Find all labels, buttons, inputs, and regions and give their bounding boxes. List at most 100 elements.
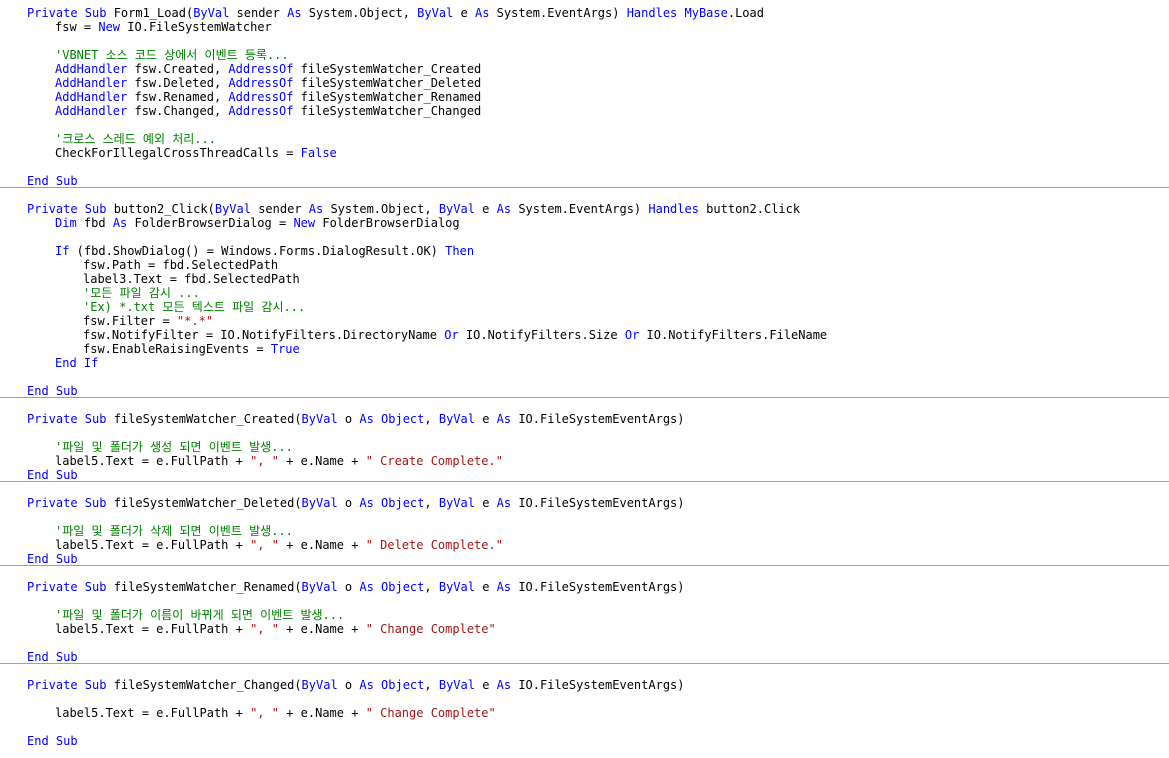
code-line[interactable]: '파일 및 폴더가 이름이 바뀌게 되면 이벤트 발생...: [55, 608, 344, 622]
code-keyword: Dim: [55, 216, 77, 230]
code-line[interactable]: label5.Text = e.FullPath + ", " + e.Name…: [55, 538, 503, 552]
code-text: sender: [250, 202, 309, 216]
code-line[interactable]: Dim fbd As FolderBrowserDialog = New Fol…: [55, 216, 460, 230]
code-keyword: ByVal: [438, 580, 475, 594]
code-line[interactable]: Private Sub fileSystemWatcher_Changed(By…: [27, 678, 685, 692]
code-keyword: New: [293, 216, 316, 230]
code-keyword: Private Sub: [27, 496, 114, 510]
code-text: o: [337, 412, 360, 426]
code-line[interactable]: label5.Text = e.FullPath + ", " + e.Name…: [55, 706, 496, 720]
code-keyword: As: [496, 496, 512, 510]
code-text: + e.Name +: [278, 706, 366, 720]
code-line[interactable]: '크로스 스레드 예외 처리...: [55, 132, 216, 146]
code-line[interactable]: fsw.Filter = "*.*": [83, 314, 213, 328]
code-line[interactable]: End Sub: [27, 384, 78, 398]
code-line[interactable]: Private Sub fileSystemWatcher_Created(By…: [27, 412, 685, 426]
code-line[interactable]: label3.Text = fbd.SelectedPath: [83, 272, 300, 286]
code-text: + e.Name +: [278, 622, 366, 636]
code-keyword: AddHandler: [55, 62, 128, 76]
code-line[interactable]: '모든 파일 감시 ...: [83, 286, 200, 300]
code-line[interactable]: label5.Text = e.FullPath + ", " + e.Name…: [55, 622, 496, 636]
code-line[interactable]: End Sub: [27, 468, 78, 482]
code-comment: '모든 파일 감시 ...: [83, 286, 200, 300]
code-line[interactable]: CheckForIllegalCrossThreadCalls = False: [55, 146, 337, 160]
code-line[interactable]: '파일 및 폴더가 삭제 되면 이벤트 발생...: [55, 524, 293, 538]
code-keyword: As Object: [359, 412, 425, 426]
code-text: System.EventArgs): [489, 6, 627, 20]
code-keyword: Private Sub: [27, 202, 114, 216]
code-keyword: End Sub: [27, 468, 78, 482]
code-keyword: As: [496, 678, 512, 692]
code-text: fileSystemWatcher_Changed(: [113, 678, 302, 692]
code-line[interactable]: AddHandler fsw.Changed, AddressOf fileSy…: [55, 104, 481, 118]
code-line[interactable]: AddHandler fsw.Created, AddressOf fileSy…: [55, 62, 481, 76]
code-line[interactable]: End Sub: [27, 552, 78, 566]
code-text: System.EventArgs): [511, 202, 649, 216]
code-keyword: AddressOf: [228, 90, 294, 104]
code-text: (fbd.ShowDialog() = Windows.Forms.Dialog…: [69, 244, 446, 258]
code-keyword: End If: [55, 356, 99, 370]
code-line[interactable]: fsw.NotifyFilter = IO.NotifyFilters.Dire…: [83, 328, 827, 342]
code-keyword: AddHandler: [55, 90, 128, 104]
code-keyword: End Sub: [27, 174, 78, 188]
code-line[interactable]: Private Sub Form1_Load(ByVal sender As S…: [27, 6, 764, 20]
code-text: Form1_Load(: [113, 6, 194, 20]
code-text: IO.NotifyFilters.FileName: [639, 328, 828, 342]
code-line[interactable]: End Sub: [27, 174, 78, 188]
code-editor[interactable]: Private Sub Form1_Load( ByVal sender As S…: [0, 0, 1169, 758]
code-line[interactable]: AddHandler fsw.Renamed, AddressOf fileSy…: [55, 90, 481, 104]
code-text: o: [337, 580, 360, 594]
code-line[interactable]: 'Ex) *.txt 모든 텍스트 파일 감시...: [83, 300, 305, 314]
code-line[interactable]: 'VBNET 소스 코드 상에서 이벤트 등록...: [55, 48, 289, 62]
code-line[interactable]: End Sub: [27, 734, 78, 748]
code-keyword: End Sub: [27, 650, 78, 664]
code-text: IO.FileSystemEventArgs): [511, 678, 685, 692]
code-keyword: As: [474, 6, 490, 20]
code-keyword: As Object: [359, 678, 425, 692]
code-text: System.Object,: [301, 6, 418, 20]
code-string: " Delete Complete.": [365, 538, 503, 552]
code-keyword: True: [270, 342, 300, 356]
code-text: fbd: [76, 216, 113, 230]
code-comment: '파일 및 폴더가 이름이 바뀌게 되면 이벤트 발생...: [55, 608, 345, 622]
code-keyword: If: [55, 244, 70, 258]
code-text: IO.FileSystemEventArgs): [511, 496, 685, 510]
code-line[interactable]: If (fbd.ShowDialog() = Windows.Forms.Dia…: [55, 244, 474, 258]
code-text: fsw.Deleted,: [127, 76, 229, 90]
code-text: fsw.Renamed,: [127, 90, 229, 104]
code-text: button2.Click: [698, 202, 801, 216]
code-line[interactable]: '파일 및 폴더가 생성 되면 이벤트 발생...: [55, 440, 293, 454]
code-line[interactable]: Private Sub button2_Click(ByVal sender A…: [27, 202, 800, 216]
code-text: o: [337, 678, 360, 692]
code-keyword: AddressOf: [228, 76, 294, 90]
procedure-separator: [0, 565, 1169, 566]
procedure-separator: [0, 663, 1169, 664]
code-text: fileSystemWatcher_Created: [293, 62, 482, 76]
code-line[interactable]: Private Sub fileSystemWatcher_Deleted(By…: [27, 496, 685, 510]
code-keyword: ByVal: [301, 496, 338, 510]
code-line[interactable]: Private Sub fileSystemWatcher_Renamed(By…: [27, 580, 685, 594]
code-line[interactable]: label5.Text = e.FullPath + ", " + e.Name…: [55, 454, 503, 468]
code-keyword: AddressOf: [228, 104, 294, 118]
code-line[interactable]: fsw.EnableRaisingEvents = True: [83, 342, 300, 356]
code-keyword: As: [496, 580, 512, 594]
code-keyword: As: [308, 202, 324, 216]
code-line[interactable]: fsw.Path = fbd.SelectedPath: [83, 258, 278, 272]
procedure-separator: [0, 397, 1169, 398]
code-text: System.Object,: [323, 202, 439, 216]
code-string: ", ": [250, 454, 279, 468]
code-line[interactable]: End Sub: [27, 650, 78, 664]
code-string: " Change Complete": [365, 706, 496, 720]
code-line[interactable]: End If: [55, 356, 98, 370]
code-keyword: As: [496, 202, 512, 216]
code-text: label5.Text = e.FullPath +: [55, 538, 251, 552]
code-keyword: Or: [624, 328, 640, 342]
code-keyword: False: [300, 146, 337, 160]
code-line[interactable]: AddHandler fsw.Deleted, AddressOf fileSy…: [55, 76, 481, 90]
code-text: IO.FileSystemEventArgs): [511, 580, 685, 594]
code-keyword: New: [98, 20, 121, 34]
code-comment: '파일 및 폴더가 삭제 되면 이벤트 발생...: [55, 524, 293, 538]
code-text: e: [474, 580, 497, 594]
code-line[interactable]: fsw = New IO.FileSystemWatcher: [55, 20, 272, 34]
code-text: fileSystemWatcher_Deleted(: [113, 496, 302, 510]
